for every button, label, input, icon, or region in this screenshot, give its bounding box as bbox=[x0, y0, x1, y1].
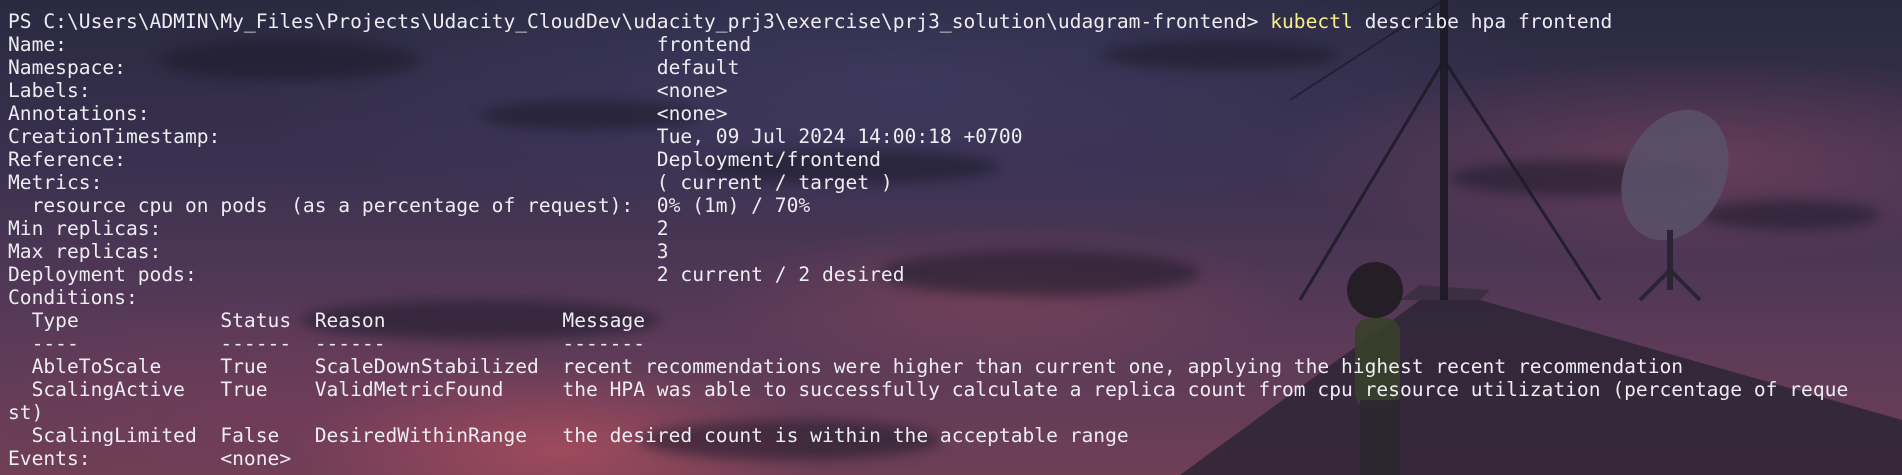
output-line: CreationTimestamp: Tue, 09 Jul 2024 14:0… bbox=[8, 125, 1023, 148]
output-line: resource cpu on pods (as a percentage of… bbox=[8, 194, 811, 217]
condition-row: AbleToScale True ScaleDownStabilized rec… bbox=[8, 355, 1684, 378]
output-line: Deployment pods: 2 current / 2 desired bbox=[8, 263, 905, 286]
output-line: Metrics: ( current / target ) bbox=[8, 171, 893, 194]
output-line: Namespace: default bbox=[8, 56, 740, 79]
conditions-separator: ---- ------ ------ ------- bbox=[8, 332, 646, 355]
terminal-window[interactable]: PS C:\Users\ADMIN\My_Files\Projects\Udac… bbox=[0, 0, 1902, 475]
command-args: describe hpa frontend bbox=[1352, 10, 1613, 33]
events-line: Events: <none> bbox=[8, 447, 292, 470]
terminal-output: PS C:\Users\ADMIN\My_Files\Projects\Udac… bbox=[8, 10, 1848, 470]
output-line: Max replicas: 3 bbox=[8, 240, 669, 263]
output-line: Name: frontend bbox=[8, 33, 752, 56]
condition-row: ScalingActive True ValidMetricFound the … bbox=[8, 378, 1849, 401]
conditions-header: Type Status Reason Message bbox=[8, 309, 646, 332]
output-line: Labels: <none> bbox=[8, 79, 728, 102]
output-line: Annotations: <none> bbox=[8, 102, 728, 125]
condition-row-wrap: st) bbox=[8, 401, 44, 424]
output-line: Min replicas: 2 bbox=[8, 217, 669, 240]
command-name: kubectl bbox=[1270, 10, 1353, 33]
output-line: Reference: Deployment/frontend bbox=[8, 148, 881, 171]
shell-prompt: PS C:\Users\ADMIN\My_Files\Projects\Udac… bbox=[8, 10, 1271, 33]
output-line: Conditions: bbox=[8, 286, 138, 309]
command-line[interactable]: PS C:\Users\ADMIN\My_Files\Projects\Udac… bbox=[8, 10, 1848, 33]
condition-row: ScalingLimited False DesiredWithinRange … bbox=[8, 424, 1129, 447]
